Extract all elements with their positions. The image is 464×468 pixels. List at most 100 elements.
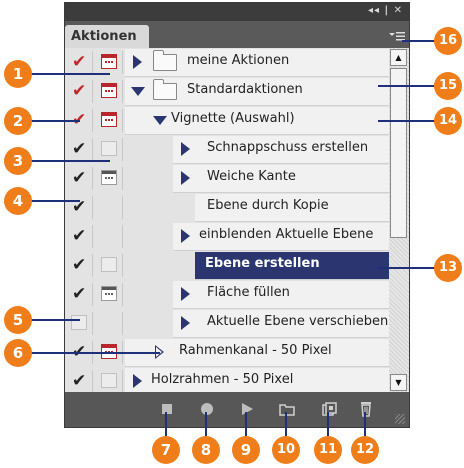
dialog-icon [101,83,117,98]
expand-triangle-right-icon[interactable] [181,229,190,243]
new-action-icon[interactable] [320,401,338,417]
scroll-up-button[interactable]: ▲ [390,49,407,66]
scroll-thumb[interactable] [390,68,407,238]
callout-13: 13 [434,254,462,282]
expand-triangle-right-icon[interactable] [133,374,142,388]
action-row[interactable]: ✔ Holzrahmen - 50 Pixel [65,367,409,392]
action-row[interactable]: ✔ Schnappschuss erstellen [65,135,409,164]
action-label: Fläche füllen [207,285,290,300]
dialog-toggle[interactable] [98,312,123,335]
action-label: Weiche Kante [207,169,296,184]
callout-15: 15 [434,72,462,100]
action-row[interactable]: ✔ Fläche füllen [65,280,409,309]
dialog-toggle[interactable] [98,283,123,306]
expand-triangle-down-icon[interactable] [153,116,167,125]
checkmark-icon: ✔ [72,52,87,72]
expand-triangle-down-icon[interactable] [131,87,145,96]
toggle-item-checkbox[interactable]: ✔ [68,370,93,392]
panel-window-controls[interactable]: ◂◂ | ✕ [368,5,403,16]
callout-16: 16 [434,27,462,55]
dialog-toggle[interactable] [98,370,123,392]
expand-triangle-right-icon[interactable] [181,287,190,301]
resize-grip[interactable] [395,414,405,424]
callout-10: 10 [272,436,300,464]
dialog-icon [101,54,117,69]
callout-2: 2 [4,107,32,135]
record-icon[interactable] [198,401,216,417]
stop-icon[interactable] [158,401,176,417]
folder-icon [153,79,177,100]
panel-title-strip: ◂◂ | ✕ [65,3,409,21]
callout-line-12 [364,412,366,436]
callout-12: 12 [351,436,379,464]
action-row[interactable]: ✔ Weiche Kante [65,164,409,193]
action-row[interactable]: ✔ meine Aktionen [65,48,409,77]
dialog-icon [101,257,117,272]
actions-toolbar [65,392,409,427]
expand-triangle-right-icon[interactable] [133,55,142,69]
dialog-icon [101,286,117,301]
dialog-toggle[interactable] [98,109,123,132]
callout-3: 3 [4,147,32,175]
action-label: Aktuelle Ebene verschieben [207,314,389,329]
toggle-item-checkbox[interactable]: ✔ [68,167,93,190]
callout-line-15 [378,85,438,87]
checkmark-icon: ✔ [72,284,87,304]
callout-line-11 [327,412,329,436]
dialog-icon [101,373,117,388]
action-label: Holzrahmen - 50 Pixel [151,372,294,387]
callout-line-14 [378,120,438,122]
actions-panel: ◂◂ | ✕ Aktionen ✔ meine Aktionen ✔ Standard… [64,2,410,428]
checkmark-icon: ✔ [72,168,87,188]
dialog-toggle[interactable] [98,80,123,103]
action-row[interactable]: ✔ einblenden Aktuelle Ebene [65,222,409,251]
expand-triangle-right-icon[interactable] [181,142,190,156]
scroll-down-button[interactable]: ▼ [390,374,407,391]
action-label: Rahmenkanal - 50 Pixel [179,343,332,358]
dialog-toggle[interactable] [98,138,123,161]
dialog-icon [101,141,117,156]
dialog-toggle[interactable] [98,196,123,219]
expand-triangle-right-icon[interactable] [181,171,190,185]
actions-list: ✔meine Aktionen✔Standardaktionen✔Vignett… [65,48,409,392]
dialog-toggle[interactable] [98,225,123,248]
action-label: Schnappschuss erstellen [207,140,369,155]
action-row[interactable]: Aktuelle Ebene verschieben [65,309,409,338]
action-label: Standardaktionen [187,82,303,97]
callout-7: 7 [152,436,180,464]
action-label: meine Aktionen [187,53,290,68]
toggle-item-checkbox[interactable]: ✔ [68,283,93,306]
action-label: Ebene erstellen [205,256,320,271]
action-row[interactable]: ✔ Standardaktionen [65,77,409,106]
action-row[interactable]: ✔Vignette (Auswahl) [65,106,409,135]
checkmark-icon: ✔ [72,81,87,101]
panel-menu-icon[interactable] [389,31,405,41]
toggle-item-checkbox[interactable]: ✔ [68,138,93,161]
action-row[interactable]: ✔ Ebene durch Kopie [65,193,409,222]
expand-triangle-right-icon[interactable] [181,316,190,330]
toggle-item-checkbox[interactable]: ✔ [68,80,93,103]
dialog-toggle[interactable] [98,254,123,277]
dialog-icon [101,112,117,127]
toggle-item-checkbox[interactable] [68,312,93,335]
callout-11: 11 [314,436,342,464]
tab-aktionen[interactable]: Aktionen [65,25,149,48]
action-label: Vignette (Auswahl) [171,111,295,126]
play-icon[interactable] [238,401,256,417]
vertical-scrollbar[interactable]: ▲ ▼ [389,48,409,392]
toggle-item-checkbox[interactable]: ✔ [68,254,93,277]
callout-8: 8 [192,436,220,464]
delete-icon[interactable] [357,401,375,417]
toggle-item-checkbox[interactable]: ✔ [68,51,93,74]
dialog-toggle[interactable] [98,51,123,74]
callout-9: 9 [232,436,260,464]
callout-line-13 [378,267,438,269]
new-set-icon[interactable] [278,401,296,417]
folder-icon [153,50,177,71]
callout-6: 6 [4,339,32,367]
action-label: Ebene durch Kopie [207,198,329,213]
action-row[interactable]: ✔ Ebene erstellen [65,251,409,280]
dialog-toggle[interactable] [98,167,123,190]
toggle-item-checkbox[interactable]: ✔ [68,225,93,248]
checkmark-icon: ✔ [72,226,87,246]
